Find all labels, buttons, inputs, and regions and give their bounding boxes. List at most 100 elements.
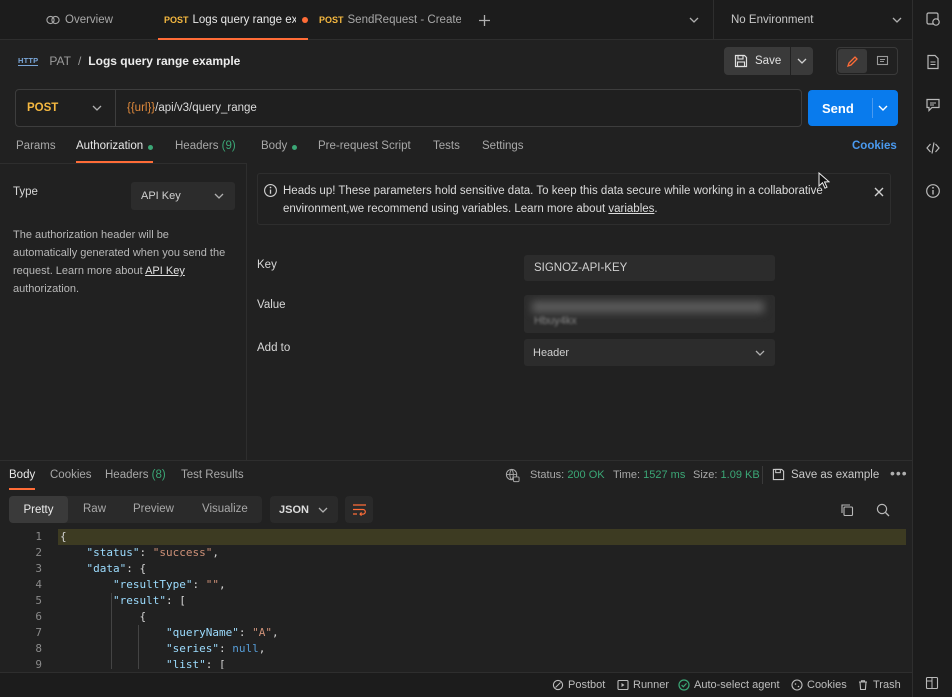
- view-pretty-tab[interactable]: Pretty: [9, 496, 68, 523]
- environment-quicklook-icon[interactable]: [925, 11, 941, 27]
- response-status: Status: 200 OK: [530, 469, 605, 481]
- close-icon[interactable]: [873, 186, 885, 198]
- search-icon[interactable]: [876, 503, 890, 517]
- trash-button[interactable]: Trash: [857, 679, 901, 691]
- environment-selector[interactable]: No Environment: [714, 0, 912, 40]
- tab-label: SendRequest - Create a: [347, 14, 461, 26]
- edit-pencil-icon[interactable]: [838, 49, 867, 73]
- tab-label: Headers: [175, 140, 219, 152]
- url-input[interactable]: {{url}} /api/v3/query_range: [127, 90, 257, 126]
- code-line: "resultType": "",: [112, 578, 226, 591]
- url-variable: {{url}}: [127, 102, 156, 114]
- tab-send-request[interactable]: POST SendRequest - Create a: [313, 0, 461, 40]
- auth-desc-text: The authorization header will be automat…: [13, 229, 226, 277]
- view-raw-tab[interactable]: Raw: [83, 503, 106, 515]
- new-tab-plus-icon[interactable]: [476, 12, 492, 28]
- tabs-dropdown-chevron-icon[interactable]: [686, 13, 702, 27]
- code-line: "result": [: [112, 594, 186, 607]
- auth-type-value: API Key: [141, 190, 181, 202]
- two-pane-view-icon[interactable]: [925, 676, 941, 692]
- save-button[interactable]: Save: [724, 47, 790, 75]
- chevron-down-icon[interactable]: [878, 105, 888, 111]
- key-value: SIGNOZ-API-KEY: [534, 262, 628, 274]
- page-title[interactable]: Logs query range example: [88, 54, 240, 68]
- send-button[interactable]: Send: [808, 90, 898, 126]
- save-dropdown-button[interactable]: [791, 47, 813, 75]
- http-icon: HTTP: [18, 56, 39, 66]
- globe-network-icon[interactable]: [505, 468, 520, 483]
- postbot-button[interactable]: Postbot: [552, 679, 605, 691]
- tab-bar: Overview POST Logs query range exar POST…: [0, 0, 912, 40]
- alert-text: Heads up! These parameters hold sensitiv…: [283, 182, 843, 218]
- time-label: Time:: [613, 469, 641, 481]
- status-label: Status:: [530, 469, 565, 481]
- auth-type-select[interactable]: API Key: [131, 182, 235, 210]
- status-bar: Postbot Runner Auto-select agent Cookies…: [0, 672, 912, 697]
- size-label: Size:: [693, 469, 718, 481]
- tab-tests[interactable]: Tests: [433, 140, 460, 162]
- add-to-value: Header: [533, 346, 570, 359]
- response-tab-body[interactable]: Body: [9, 469, 36, 490]
- response-tab-test-results[interactable]: Test Results: [181, 469, 244, 481]
- unsaved-dot: [302, 17, 308, 23]
- size-value[interactable]: 1.09 KB: [721, 469, 760, 481]
- cookies-button[interactable]: Cookies: [791, 679, 847, 691]
- save-as-example-button[interactable]: Save as example: [772, 468, 879, 481]
- value-input[interactable]: Hbuy4kx: [524, 295, 775, 333]
- tab-settings[interactable]: Settings: [482, 140, 524, 162]
- line-number: 5: [35, 594, 42, 607]
- method-selector[interactable]: POST: [16, 90, 116, 126]
- copy-icon[interactable]: [840, 503, 854, 517]
- runner-label: Runner: [633, 679, 670, 691]
- overview-icon: [46, 14, 60, 26]
- tab-label: Body: [261, 140, 288, 152]
- value-label: Value: [257, 299, 286, 311]
- variables-link[interactable]: variables: [608, 203, 654, 215]
- key-input[interactable]: SIGNOZ-API-KEY: [524, 255, 775, 281]
- auth-desc-end: authorization.: [13, 283, 80, 295]
- more-options-icon[interactable]: •••: [890, 465, 908, 481]
- runner-icon: [617, 679, 629, 691]
- code-snippet-icon[interactable]: [925, 140, 941, 156]
- response-body-editor[interactable]: 1 2 3 4 5 6 7 8 9 { "status": "success",…: [0, 529, 912, 669]
- response-header: Body Cookies Headers (8) Test Results St…: [0, 460, 912, 490]
- breadcrumb-workspace[interactable]: PAT: [49, 54, 71, 68]
- auth-type-panel: Type API Key The authorization header wi…: [0, 163, 247, 460]
- tab-label: Headers: [105, 469, 149, 481]
- tab-overview[interactable]: Overview: [46, 0, 156, 40]
- trash-icon: [857, 679, 869, 691]
- api-key-link[interactable]: API Key: [145, 265, 185, 277]
- tab-params[interactable]: Params: [16, 140, 56, 162]
- comments-icon[interactable]: [925, 97, 941, 113]
- tab-logs-query[interactable]: POST Logs query range exar: [158, 0, 308, 40]
- response-tab-cookies[interactable]: Cookies: [50, 469, 92, 481]
- status-value[interactable]: 200 OK: [567, 469, 604, 481]
- cookies-link[interactable]: Cookies: [852, 140, 897, 162]
- tab-body[interactable]: Body: [261, 140, 298, 162]
- tab-pre-request-script[interactable]: Pre-request Script: [318, 140, 411, 162]
- format-select[interactable]: JSON: [270, 496, 338, 523]
- add-to-select[interactable]: Header: [524, 339, 775, 366]
- view-visualize-tab[interactable]: Visualize: [202, 503, 248, 515]
- tab-headers[interactable]: Headers (9): [175, 140, 236, 162]
- send-label: Send: [822, 100, 854, 116]
- agent-selector[interactable]: Auto-select agent: [678, 679, 780, 691]
- info-icon[interactable]: [925, 183, 941, 199]
- time-value[interactable]: 1527 ms: [643, 469, 685, 481]
- tab-authorization[interactable]: Authorization: [76, 140, 154, 163]
- runner-button[interactable]: Runner: [617, 679, 669, 691]
- postbot-label: Postbot: [568, 679, 606, 691]
- save-icon: [772, 468, 785, 481]
- url-path: /api/v3/query_range: [155, 102, 257, 114]
- comment-view-icon[interactable]: [868, 49, 897, 73]
- mouse-cursor-icon: [818, 172, 830, 189]
- response-tab-headers[interactable]: Headers (8): [105, 469, 166, 481]
- view-preview-tab[interactable]: Preview: [133, 503, 174, 515]
- active-dot: [148, 145, 154, 150]
- info-icon: [263, 183, 278, 198]
- documentation-icon[interactable]: [925, 54, 941, 70]
- wrap-lines-icon[interactable]: [345, 496, 373, 523]
- view-mode-tabs: Pretty Raw Preview Visualize: [9, 496, 262, 523]
- type-label: Type: [13, 186, 38, 198]
- save-label: Save: [755, 55, 782, 67]
